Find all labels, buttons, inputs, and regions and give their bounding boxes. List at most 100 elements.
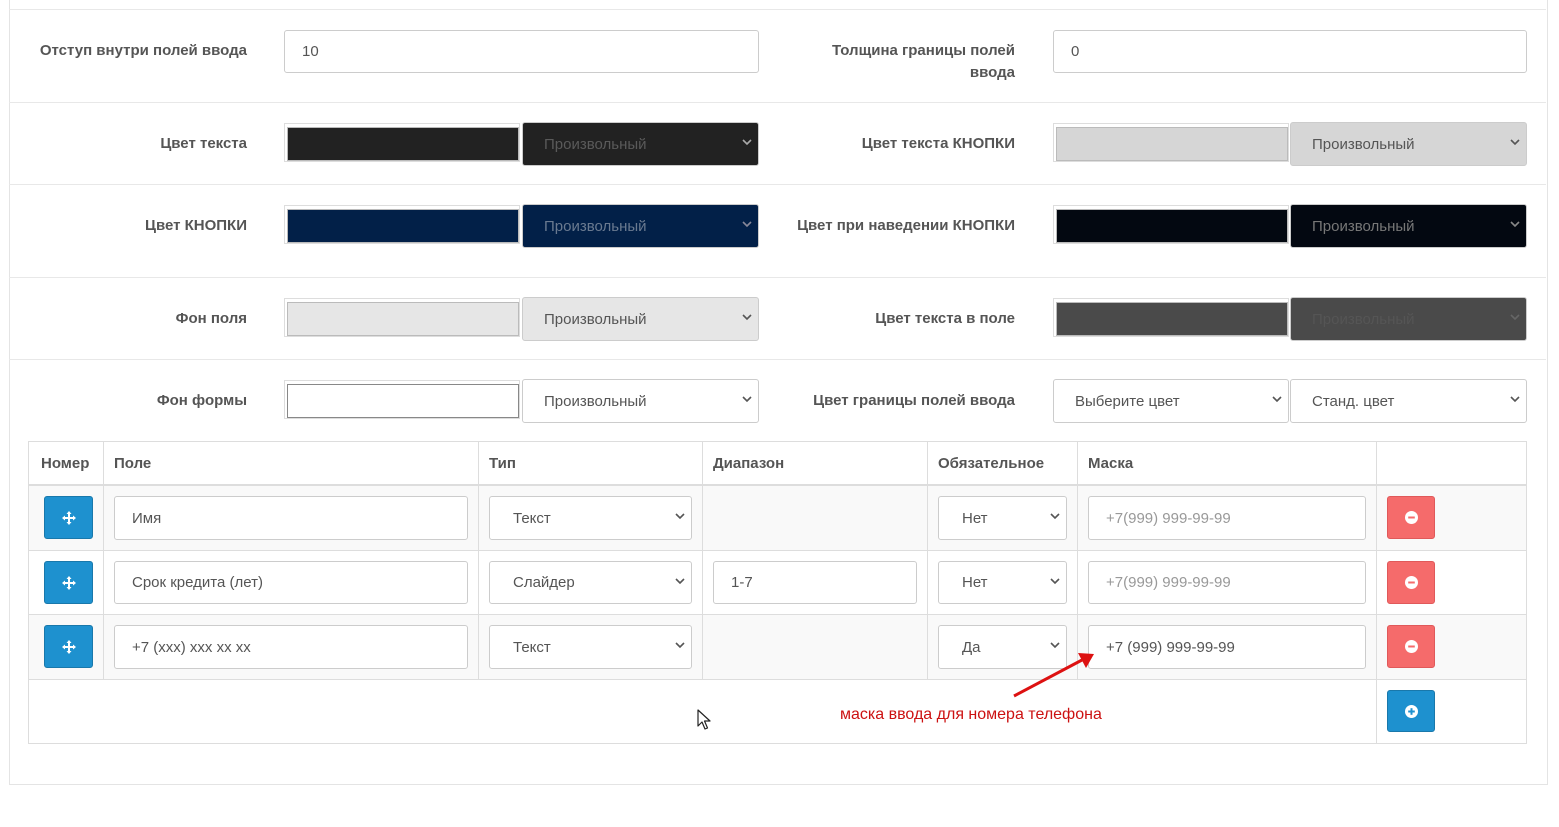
chevron-down-icon xyxy=(1510,219,1520,229)
field-type-value: Слайдер xyxy=(513,574,575,591)
remove-field-button[interactable] xyxy=(1387,625,1435,668)
field-name-input[interactable]: +7 (xxx) xxx xx xx xyxy=(114,625,468,669)
field-bg-select[interactable]: Произвольный xyxy=(522,297,759,341)
remove-field-button[interactable] xyxy=(1387,496,1435,539)
chevron-down-icon xyxy=(1050,576,1060,586)
field-required-value: Нет xyxy=(962,574,988,591)
chevron-down-icon xyxy=(1050,640,1060,650)
border-color-select-value: Выберите цвет xyxy=(1075,392,1180,410)
button-text-color-select[interactable]: Произвольный xyxy=(1290,122,1527,166)
field-type-value: Текст xyxy=(513,638,551,656)
add-field-button[interactable] xyxy=(1387,690,1435,732)
button-color-picker[interactable] xyxy=(287,209,519,243)
move-icon xyxy=(61,639,76,654)
field-bg-select-value: Произвольный xyxy=(544,310,647,328)
chevron-down-icon xyxy=(1272,394,1282,404)
field-text-color-picker[interactable] xyxy=(1056,302,1288,336)
field-name-input[interactable]: Срок кредита (лет) xyxy=(114,561,468,604)
chevron-down-icon xyxy=(675,640,685,650)
text-color-label: Цвет текста xyxy=(160,135,247,152)
column-header-mask: Маска xyxy=(1088,454,1134,472)
border-color-select[interactable]: Выберите цвет xyxy=(1053,379,1289,423)
field-range-input[interactable]: 1-7 xyxy=(713,561,917,604)
mouse-cursor-icon xyxy=(697,709,711,730)
chevron-down-icon xyxy=(675,511,685,521)
minus-circle-icon xyxy=(1404,640,1418,653)
border-width-input[interactable]: 0 xyxy=(1053,30,1527,73)
table-row-border xyxy=(28,679,1527,680)
move-icon xyxy=(61,510,76,525)
chevron-down-icon xyxy=(742,394,752,404)
form-bg-select[interactable]: Произвольный xyxy=(522,379,759,423)
button-text-color-picker[interactable] xyxy=(1056,127,1288,161)
border-color-std-select[interactable]: Станд. цвет xyxy=(1290,379,1527,423)
field-bg-label: Фон поля xyxy=(175,310,247,327)
text-color-select-value: Произвольный xyxy=(544,135,647,153)
field-mask-input[interactable]: +7(999) 999-99-99 xyxy=(1088,561,1366,604)
plus-circle-icon xyxy=(1404,704,1418,718)
chevron-down-icon xyxy=(1510,137,1520,147)
border-width-label: Толщина границы полей ввода xyxy=(832,42,1015,81)
field-mask-input[interactable]: +7 (999) 999-99-99 xyxy=(1088,625,1366,669)
drag-handle-button[interactable] xyxy=(44,625,93,668)
button-color-select[interactable]: Произвольный xyxy=(522,204,759,248)
divider xyxy=(9,277,1546,278)
table-border xyxy=(28,441,29,744)
table-col-border xyxy=(1376,441,1377,744)
button-color-label: Цвет КНОПКИ xyxy=(144,217,247,234)
drag-handle-button[interactable] xyxy=(44,496,93,539)
text-color-picker[interactable] xyxy=(287,127,519,161)
table-border xyxy=(28,743,1527,744)
minus-circle-icon xyxy=(1404,576,1418,589)
annotation-text: маска ввода для номера телефона xyxy=(840,706,1102,723)
field-mask-input[interactable]: +7(999) 999-99-99 xyxy=(1088,496,1366,540)
annotation-arrow-icon xyxy=(1013,653,1094,698)
divider xyxy=(9,102,1546,103)
chevron-down-icon xyxy=(1510,394,1520,404)
chevron-down-icon xyxy=(675,576,685,586)
field-required-select[interactable]: Нет xyxy=(938,561,1067,604)
column-header-field: Поле xyxy=(114,454,152,472)
button-hover-picker[interactable] xyxy=(1056,209,1288,243)
button-color-select-value: Произвольный xyxy=(544,217,647,235)
field-type-select[interactable]: Слайдер xyxy=(489,561,692,604)
column-header-required: Обязательное xyxy=(938,454,1045,472)
field-required-value: Нет xyxy=(962,509,988,527)
minus-circle-icon xyxy=(1404,511,1418,524)
field-name-input[interactable]: Имя xyxy=(114,496,468,540)
move-icon xyxy=(61,575,76,590)
chevron-down-icon xyxy=(742,219,752,229)
divider xyxy=(9,184,1546,185)
column-header-type: Тип xyxy=(489,454,516,472)
form-bg-select-value: Произвольный xyxy=(544,392,647,410)
padding-label: Отступ внутри полей ввода xyxy=(39,42,247,59)
field-required-select[interactable]: Нет xyxy=(938,496,1067,540)
field-type-select[interactable]: Текст xyxy=(489,496,692,540)
border-color-label: Цвет границы полей ввода xyxy=(813,392,1015,409)
field-bg-picker[interactable] xyxy=(287,302,519,336)
field-text-color-label: Цвет текста в поле xyxy=(875,310,1015,327)
padding-input[interactable]: 10 xyxy=(284,30,759,73)
table-row-border xyxy=(28,550,1527,551)
border-color-std-select-value: Станд. цвет xyxy=(1312,392,1395,410)
chevron-down-icon xyxy=(742,312,752,322)
button-text-color-select-value: Произвольный xyxy=(1312,135,1415,153)
table-row-border xyxy=(28,614,1527,615)
field-text-color-select-value: Произвольный xyxy=(1312,310,1415,328)
form-bg-picker[interactable] xyxy=(287,384,519,418)
button-hover-label: Цвет при наведении КНОПКИ xyxy=(797,217,1015,234)
remove-field-button[interactable] xyxy=(1387,561,1435,604)
divider xyxy=(9,9,1546,10)
button-hover-select-value: Произвольный xyxy=(1312,217,1415,235)
field-type-select[interactable]: Текст xyxy=(489,625,692,669)
field-required-value: Да xyxy=(962,638,981,656)
column-header-range: Диапазон xyxy=(713,454,785,472)
table-border xyxy=(1526,441,1527,744)
form-bg-label: Фон формы xyxy=(156,392,247,409)
drag-handle-button[interactable] xyxy=(44,561,93,604)
divider xyxy=(9,359,1546,360)
button-hover-select[interactable]: Произвольный xyxy=(1290,204,1527,248)
column-header-number: Номер xyxy=(41,454,90,472)
field-text-color-select[interactable]: Произвольный xyxy=(1290,297,1527,341)
text-color-select[interactable]: Произвольный xyxy=(522,122,759,166)
